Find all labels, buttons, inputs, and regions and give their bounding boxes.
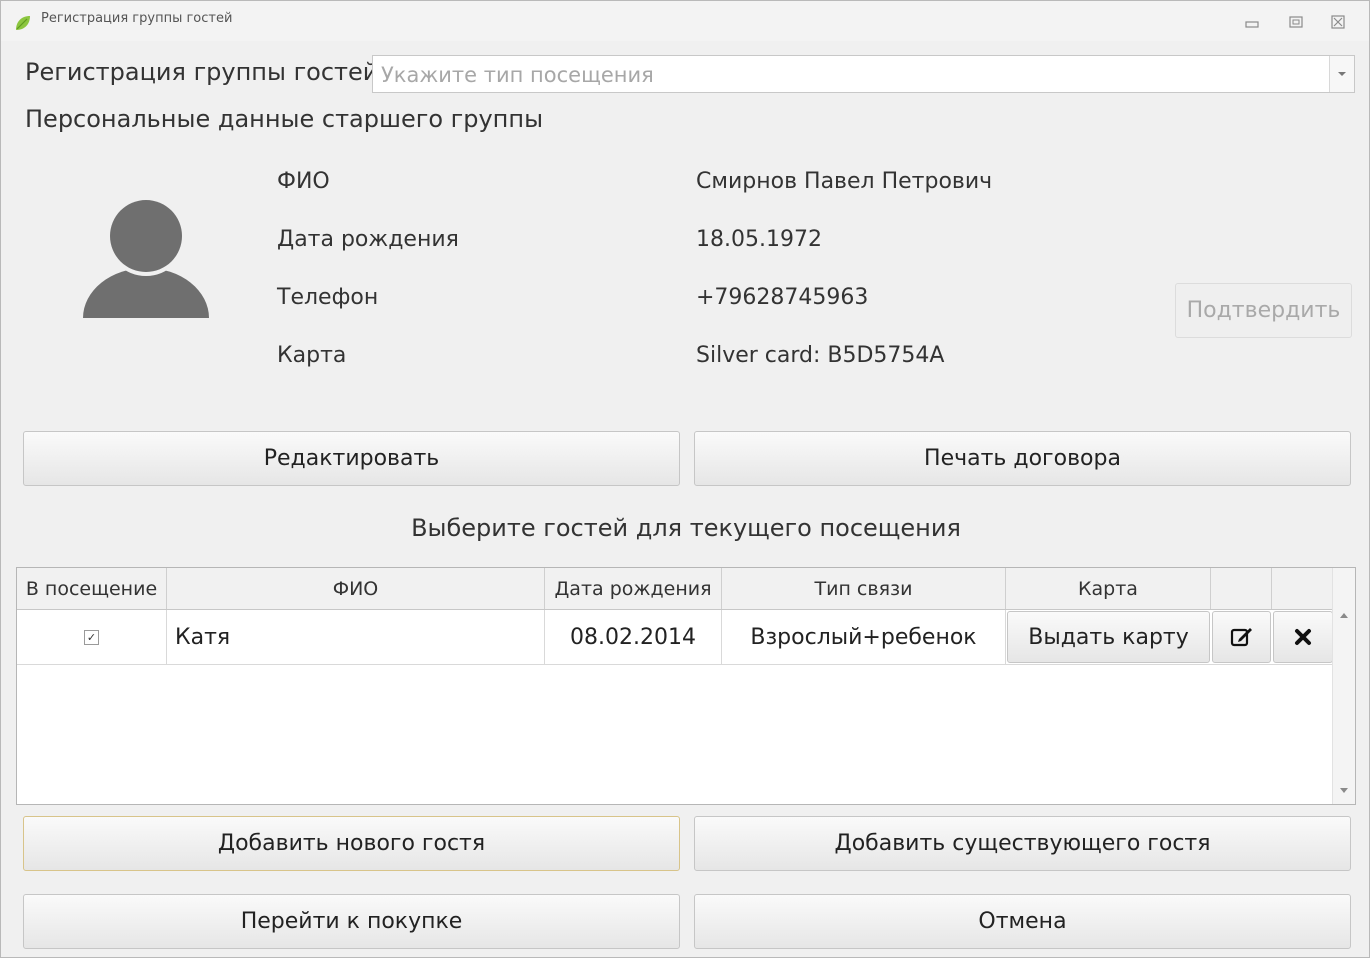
visit-type-placeholder: Укажите тип посещения [381, 63, 654, 87]
fio-value: Смирнов Павел Петрович [696, 169, 993, 194]
scroll-down-icon[interactable] [1340, 788, 1348, 793]
issue-card-button[interactable]: Выдать карту [1007, 611, 1210, 663]
table-row[interactable]: ✓ Катя 08.02.2014 Взрослый+ребенок Выдат… [17, 610, 1334, 665]
header-label: Регистрация группы гостей [25, 58, 379, 86]
guests-title: Выберите гостей для текущего посещения [411, 514, 961, 542]
add-existing-guest-button[interactable]: Добавить существующего гостя [694, 816, 1351, 871]
edit-guest-button[interactable] [1212, 611, 1271, 663]
chevron-down-icon[interactable] [1329, 56, 1354, 92]
birthdate-value: 18.05.1972 [696, 227, 822, 252]
guest-name-cell: Катя [167, 610, 545, 664]
delete-cell [1272, 610, 1334, 664]
minimize-icon[interactable] [1241, 13, 1263, 31]
phone-value: +79628745963 [696, 285, 869, 310]
scroll-up-icon[interactable] [1340, 613, 1348, 618]
delete-icon [1295, 629, 1311, 645]
guest-birthdate-cell: 08.02.2014 [545, 610, 722, 664]
add-new-guest-button[interactable]: Добавить нового гостя [23, 816, 680, 871]
guest-relation-cell: Взрослый+ребенок [722, 610, 1006, 664]
column-header-edit [1211, 568, 1272, 609]
personal-data-title: Персональные данные старшего группы [25, 105, 544, 133]
column-header-relation[interactable]: Тип связи [722, 568, 1006, 609]
go-to-purchase-button[interactable]: Перейти к покупке [23, 894, 680, 949]
print-contract-button[interactable]: Печать договора [694, 431, 1351, 486]
phone-label: Телефон [277, 285, 379, 310]
column-header-birthdate[interactable]: Дата рождения [545, 568, 722, 609]
edit-icon [1230, 628, 1252, 647]
card-label: Карта [277, 343, 347, 368]
guests-table: В посещение ФИО Дата рождения Тип связи … [16, 567, 1356, 805]
table-scrollbar[interactable] [1332, 568, 1355, 804]
confirm-button[interactable]: Подтвердить [1175, 283, 1352, 338]
column-header-fio[interactable]: ФИО [167, 568, 545, 609]
user-avatar-icon [83, 198, 209, 318]
maximize-icon[interactable] [1285, 13, 1307, 31]
column-header-visit[interactable]: В посещение [17, 568, 167, 609]
guest-card-cell: Выдать карту [1006, 610, 1211, 664]
visit-type-select[interactable]: Укажите тип посещения [372, 55, 1355, 93]
fio-label: ФИО [277, 169, 330, 194]
card-value: Silver card: B5D5754A [696, 343, 945, 368]
edit-button[interactable]: Редактировать [23, 431, 680, 486]
visit-checkbox[interactable]: ✓ [84, 629, 99, 645]
delete-guest-button[interactable] [1273, 611, 1333, 663]
visit-cell: ✓ [17, 610, 167, 664]
cancel-button[interactable]: Отмена [694, 894, 1351, 949]
table-header: В посещение ФИО Дата рождения Тип связи … [17, 568, 1334, 610]
close-icon[interactable] [1327, 13, 1349, 31]
window-title: Регистрация группы гостей [41, 11, 233, 26]
birthdate-label: Дата рождения [277, 227, 459, 252]
edit-cell [1211, 610, 1272, 664]
column-header-card[interactable]: Карта [1006, 568, 1211, 609]
registration-window: Регистрация группы гостей Регистрация гр… [0, 0, 1370, 958]
title-bar: Регистрация группы гостей [1, 1, 1369, 41]
column-header-delete [1272, 568, 1334, 609]
leaf-icon [16, 16, 30, 30]
